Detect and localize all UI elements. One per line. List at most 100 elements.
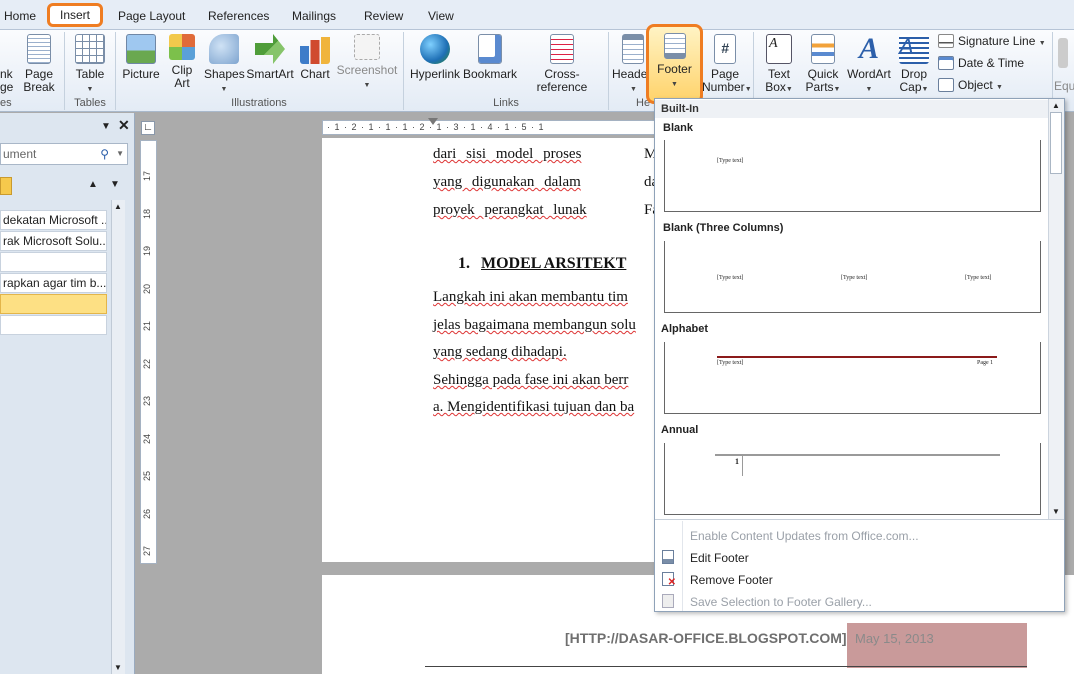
search-document-input[interactable]: ument ⚲ ▼ (0, 143, 128, 165)
date-time-button[interactable]: Date & Time (938, 56, 1024, 70)
cross-reference-button[interactable]: Cross-reference (520, 34, 604, 94)
nav-heading-item[interactable]: rapkan agar tim b... (0, 273, 107, 293)
tab-insert[interactable]: Insert (47, 3, 103, 27)
nav-scrollbar[interactable]: ▲ ▼ (111, 200, 125, 674)
signature-line-button[interactable]: Signature Line ▼ (938, 34, 1046, 48)
close-icon[interactable]: ✕ (118, 117, 130, 134)
cross-reference-label: Cross-reference (536, 67, 588, 94)
chevron-down-icon: ▼ (744, 86, 752, 93)
footer-option-blank[interactable]: [Type text] (664, 140, 1041, 212)
footer-rule (425, 666, 1027, 667)
page-break-button[interactable]: Page Break (22, 34, 56, 94)
footer-option-blank-three-columns[interactable]: [Type text] [Type text] [Type text] (664, 241, 1041, 313)
previous-heading-icon[interactable]: ▲ (88, 179, 98, 190)
drop-cap-button[interactable]: A Drop Cap▼ (894, 34, 934, 96)
clip-art-button[interactable]: Clip Art (166, 34, 198, 90)
annual-divider (742, 454, 743, 476)
gallery-scrollbar[interactable]: ▲ ▼ (1048, 99, 1064, 519)
placeholder-text: [Type text] (841, 275, 868, 281)
body-text-line: a. Mengidentifikasi tujuan dan ba (433, 399, 635, 415)
tab-view[interactable]: View (428, 9, 454, 23)
tab-home[interactable]: Home (4, 9, 36, 23)
search-placeholder: ument (3, 147, 37, 161)
divider (655, 519, 1064, 520)
scroll-up-icon[interactable]: ▲ (114, 202, 122, 211)
ruler-number: 27 (142, 545, 153, 557)
picture-button[interactable]: Picture (120, 34, 162, 81)
edit-footer-item[interactable]: Edit Footer (690, 551, 749, 565)
nav-heading-item-selected[interactable] (0, 294, 107, 314)
quick-parts-button[interactable]: Quick Parts▼ (802, 34, 844, 96)
indent-marker[interactable] (428, 118, 438, 125)
footer-button[interactable]: Footer ▼ (646, 24, 703, 104)
body-text-line: Sehingga pada fase ini akan berr (433, 372, 629, 388)
tab-references[interactable]: References (208, 9, 269, 23)
smartart-button[interactable]: SmartArt (246, 34, 294, 81)
wordart-button[interactable]: A WordArt ▼ (846, 34, 892, 96)
shapes-button[interactable]: Shapes ▼ (204, 34, 245, 96)
blank-page-button[interactable]: nk ge (0, 68, 13, 94)
scroll-thumb[interactable] (1050, 112, 1062, 174)
footer-option-annual[interactable]: 1 (664, 443, 1041, 515)
table-label: Table (75, 67, 105, 81)
remove-footer-item[interactable]: Remove Footer (690, 573, 773, 587)
equation-button[interactable]: Equ (1054, 38, 1074, 93)
screenshot-button[interactable]: Screenshot ▼ (336, 34, 398, 92)
object-button[interactable]: Object ▼ (938, 78, 1003, 92)
save-selection-icon (662, 594, 674, 608)
footer-gallery-dropdown: Built-In ▲ ▼ Blank [Type text] Blank (Th… (654, 98, 1065, 612)
cross-reference-icon (550, 34, 574, 64)
alphabet-rule (717, 356, 997, 358)
object-icon (938, 78, 954, 92)
date-time-label: Date & Time (958, 56, 1025, 70)
pane-options-icon[interactable]: ▼ (101, 121, 111, 132)
save-selection-item[interactable]: Save Selection to Footer Gallery... (690, 595, 872, 609)
placeholder-text: [Type text] (965, 275, 992, 281)
tab-mailings[interactable]: Mailings (292, 9, 336, 23)
nav-heading-item[interactable] (0, 315, 107, 335)
shapes-label: Shapes (204, 67, 245, 81)
bookmark-button[interactable]: Bookmark (463, 34, 517, 81)
body-text-line: proyek perangkat lunak (433, 202, 587, 218)
header-icon (622, 34, 644, 64)
signature-line-label: Signature Line (958, 34, 1036, 48)
horizontal-ruler[interactable]: · 1 · 2 · 1 · 1 · 1 · 2 · 1 · 3 · 1 · 4 … (322, 120, 658, 135)
body-text-line: yang sedang dihadapi. (433, 344, 567, 360)
ruler-number: 22 (142, 358, 153, 369)
scroll-down-icon[interactable]: ▼ (114, 663, 122, 672)
chart-button[interactable]: Chart (298, 34, 332, 81)
footer-date: May 15, 2013 (847, 623, 1027, 668)
text-box-button[interactable]: A Text Box▼ (758, 34, 800, 96)
footer-option-alphabet[interactable]: [Type text] Page 1 (664, 342, 1041, 414)
chevron-down-icon: ▼ (630, 86, 637, 93)
quick-parts-icon (811, 34, 835, 64)
placeholder-text: [Type text] (717, 360, 744, 366)
shapes-icon (209, 34, 239, 64)
next-heading-icon[interactable]: ▼ (110, 179, 120, 190)
vertical-ruler[interactable]: 17 18 19 20 21 22 23 24 25 26 27 (140, 140, 157, 564)
table-button[interactable]: Table ▼ (70, 34, 110, 96)
hyperlink-button[interactable]: Hyperlink (408, 34, 462, 81)
search-icon[interactable]: ⚲ (100, 144, 109, 164)
scroll-down-icon[interactable]: ▼ (1052, 507, 1060, 516)
ruler-number: 25 (142, 470, 153, 482)
nav-heading-item[interactable]: dekatan Microsoft ... (0, 210, 107, 230)
document-page[interactable]: dari sisi model proses yang digunakan da… (322, 138, 662, 562)
chart-icon (300, 34, 330, 64)
tab-review[interactable]: Review (364, 9, 403, 23)
tab-selector[interactable]: ∟ (141, 121, 155, 135)
scroll-up-icon[interactable]: ▲ (1052, 101, 1060, 110)
tab-page-layout[interactable]: Page Layout (118, 9, 185, 23)
chevron-down-icon[interactable]: ▼ (116, 144, 124, 164)
page-number-button[interactable]: # Page Number▼ (702, 34, 752, 96)
nav-heading-item[interactable] (0, 252, 107, 272)
chevron-down-icon: ▼ (86, 86, 94, 93)
bookmark-label: Bookmark (463, 67, 518, 81)
navigation-pane: ▼ ✕ ument ⚲ ▼ ▲ ▼ ▲ ▼ dekatan Microsoft … (0, 113, 135, 674)
screenshot-label: Screenshot (336, 63, 398, 77)
browse-headings-tab[interactable] (0, 177, 12, 195)
nav-heading-item[interactable]: rak Microsoft Solu... (0, 231, 107, 251)
enable-content-updates-item[interactable]: Enable Content Updates from Office.com..… (690, 529, 919, 543)
page-number-label: Page Number (702, 67, 745, 94)
table-icon (75, 34, 105, 64)
